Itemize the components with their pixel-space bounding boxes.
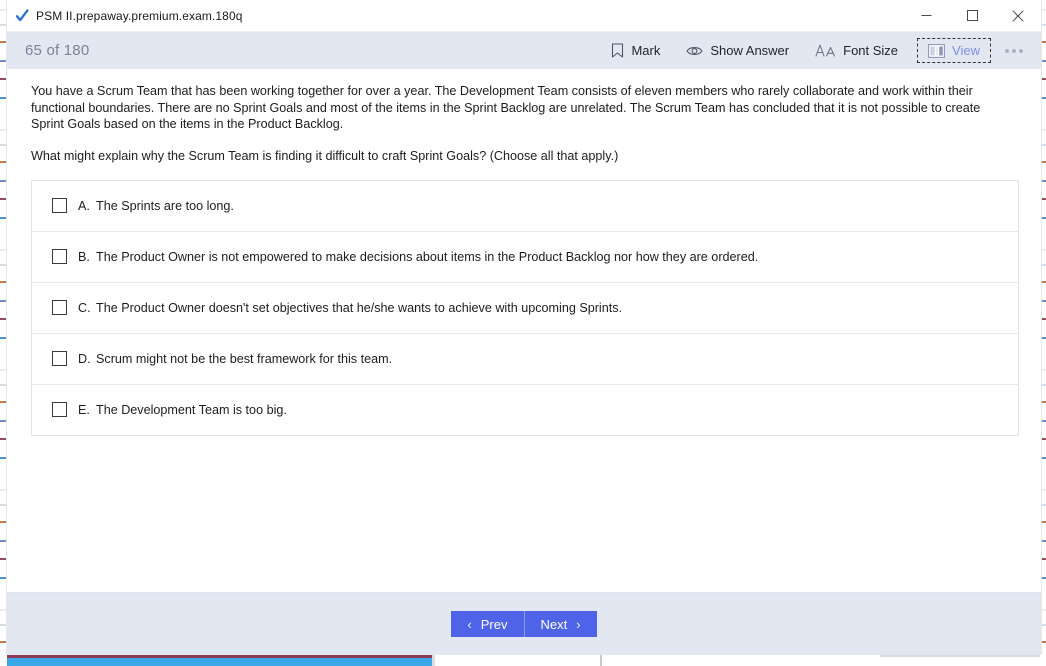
taskbar-segment	[432, 655, 435, 666]
answer-text: The Product Owner is not empowered to ma…	[96, 249, 759, 264]
chevron-right-icon: ›	[576, 616, 581, 632]
taskbar-segment	[7, 655, 432, 658]
bookmark-icon	[611, 43, 624, 58]
font-size-button[interactable]: Font Size	[802, 38, 911, 63]
answer-options-list: A. The Sprints are too long. B. The Product…	[31, 179, 1019, 436]
more-dot	[1012, 48, 1016, 53]
next-button[interactable]: Next ›	[524, 611, 597, 637]
answer-letter: A.	[78, 198, 90, 213]
more-options-button[interactable]	[995, 44, 1033, 58]
toolbar-actions: Mark Show Answer Font Size View	[598, 38, 1033, 63]
prev-button[interactable]: ‹ Prev	[451, 611, 525, 637]
answer-checkbox[interactable]	[52, 249, 67, 264]
desktop-right-strip	[1041, 0, 1046, 666]
answer-option-row[interactable]: A. The Sprints are too long.	[32, 181, 1018, 232]
desktop-left-strip	[0, 0, 7, 666]
answer-letter: B.	[78, 249, 90, 264]
answer-option-row[interactable]: E. The Development Team is too big.	[32, 385, 1018, 435]
answer-text: The Sprints are too long.	[96, 198, 234, 213]
taskbar-segment	[600, 655, 602, 666]
answer-letter: E.	[78, 402, 90, 417]
exam-application-window: PSM II.prepaway.premium.exam.180q 65 of …	[7, 0, 1041, 655]
answer-checkbox[interactable]	[52, 402, 67, 417]
chevron-left-icon: ‹	[467, 616, 472, 632]
show-answer-label: Show Answer	[710, 43, 790, 58]
show-answer-button[interactable]: Show Answer	[673, 38, 802, 63]
maximize-icon[interactable]	[949, 0, 995, 31]
window-controls	[903, 0, 1041, 31]
question-stem: You have a Scrum Team that has been work…	[31, 84, 981, 131]
mark-label: Mark	[631, 43, 661, 58]
question-prompt: What might explain why the Scrum Team is…	[31, 148, 619, 163]
mark-button[interactable]: Mark	[598, 38, 673, 63]
answer-option-row[interactable]: B. The Product Owner is not empowered to …	[32, 232, 1018, 283]
view-label: View	[952, 43, 980, 58]
nav-buttons: ‹ Prev Next ›	[451, 611, 597, 637]
more-dot	[1019, 48, 1023, 53]
eye-icon	[686, 45, 704, 57]
answer-text: Scrum might not be the best framework fo…	[96, 351, 393, 366]
taskbar-sliver	[0, 655, 1046, 666]
font-size-label: Font Size	[843, 43, 899, 58]
answer-checkbox[interactable]	[52, 198, 67, 213]
answer-checkbox[interactable]	[52, 300, 67, 315]
layout-panel-icon	[928, 43, 945, 58]
title-bar: PSM II.prepaway.premium.exam.180q	[7, 0, 1041, 32]
exam-toolbar: 65 of 180 Mark Show Answer Font Size Vie…	[7, 32, 1041, 69]
answer-letter: C.	[78, 300, 91, 315]
question-content-area: You have a Scrum Team that has been work…	[7, 69, 1041, 592]
answer-checkbox[interactable]	[52, 351, 67, 366]
next-label: Next	[540, 616, 568, 632]
answer-text: The Development Team is too big.	[96, 402, 287, 417]
window-title: PSM II.prepaway.premium.exam.180q	[36, 8, 243, 23]
more-dot	[1005, 48, 1009, 53]
answer-option-row[interactable]: C. The Product Owner doesn't set objectiv…	[32, 283, 1018, 334]
close-icon[interactable]	[995, 0, 1041, 31]
question-counter: 65 of 180	[25, 42, 90, 59]
checkmark-icon	[13, 7, 31, 25]
minimize-icon[interactable]	[903, 0, 949, 31]
answer-option-row[interactable]: D. Scrum might not be the best framework …	[32, 334, 1018, 385]
answer-letter: D.	[78, 351, 91, 366]
answer-text: The Product Owner doesn't set objectives…	[96, 300, 623, 315]
navigation-footer: ‹ Prev Next ›	[7, 592, 1041, 655]
view-button[interactable]: View	[917, 38, 991, 63]
taskbar-segment	[880, 655, 1040, 657]
font-size-icon	[815, 43, 836, 58]
prev-label: Prev	[480, 616, 508, 632]
